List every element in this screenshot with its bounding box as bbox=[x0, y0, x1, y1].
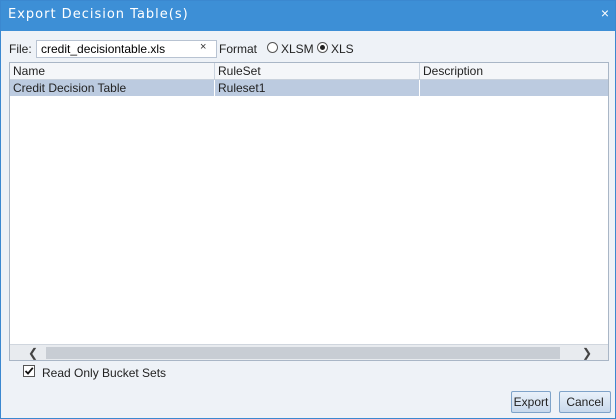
radio-xlsm[interactable] bbox=[267, 42, 278, 53]
title-bar[interactable]: Export Decision Table(s) × bbox=[1, 1, 615, 31]
file-input[interactable] bbox=[36, 40, 217, 58]
table-row[interactable]: Credit Decision Table Ruleset1 bbox=[10, 80, 608, 96]
read-only-bucket-sets-label: Read Only Bucket Sets bbox=[42, 366, 167, 380]
decision-table-list: Name RuleSet Description Credit Decision… bbox=[9, 62, 609, 361]
column-header-name[interactable]: Name bbox=[10, 63, 215, 79]
close-icon[interactable]: × bbox=[601, 5, 609, 21]
scroll-right-icon[interactable]: ❯ bbox=[578, 345, 596, 360]
radio-xls[interactable] bbox=[317, 42, 328, 53]
format-label: Format bbox=[219, 42, 258, 56]
export-button[interactable]: Export bbox=[511, 391, 551, 413]
cell-description bbox=[420, 80, 608, 96]
dialog-title: Export Decision Table(s) bbox=[8, 7, 189, 22]
read-only-bucket-sets-checkbox[interactable] bbox=[23, 365, 35, 377]
cancel-button[interactable]: Cancel bbox=[559, 391, 611, 413]
export-dialog: Export Decision Table(s) × File: × Forma… bbox=[0, 0, 616, 419]
horizontal-scrollbar[interactable]: ❮ ❯ bbox=[10, 344, 608, 360]
file-label: File: bbox=[9, 42, 32, 56]
radio-xls-label: XLS bbox=[331, 42, 354, 56]
scrollbar-thumb[interactable] bbox=[46, 347, 560, 359]
column-header-ruleset[interactable]: RuleSet bbox=[215, 63, 420, 79]
radio-selected-dot bbox=[320, 45, 325, 50]
check-icon bbox=[24, 367, 34, 375]
table-header: Name RuleSet Description bbox=[10, 63, 608, 80]
column-header-description[interactable]: Description bbox=[420, 63, 608, 79]
scroll-left-icon[interactable]: ❮ bbox=[24, 345, 42, 360]
cell-name: Credit Decision Table bbox=[10, 80, 215, 96]
radio-xlsm-label: XLSM bbox=[281, 42, 314, 56]
clear-icon[interactable]: × bbox=[200, 41, 206, 53]
cell-ruleset: Ruleset1 bbox=[215, 80, 420, 96]
